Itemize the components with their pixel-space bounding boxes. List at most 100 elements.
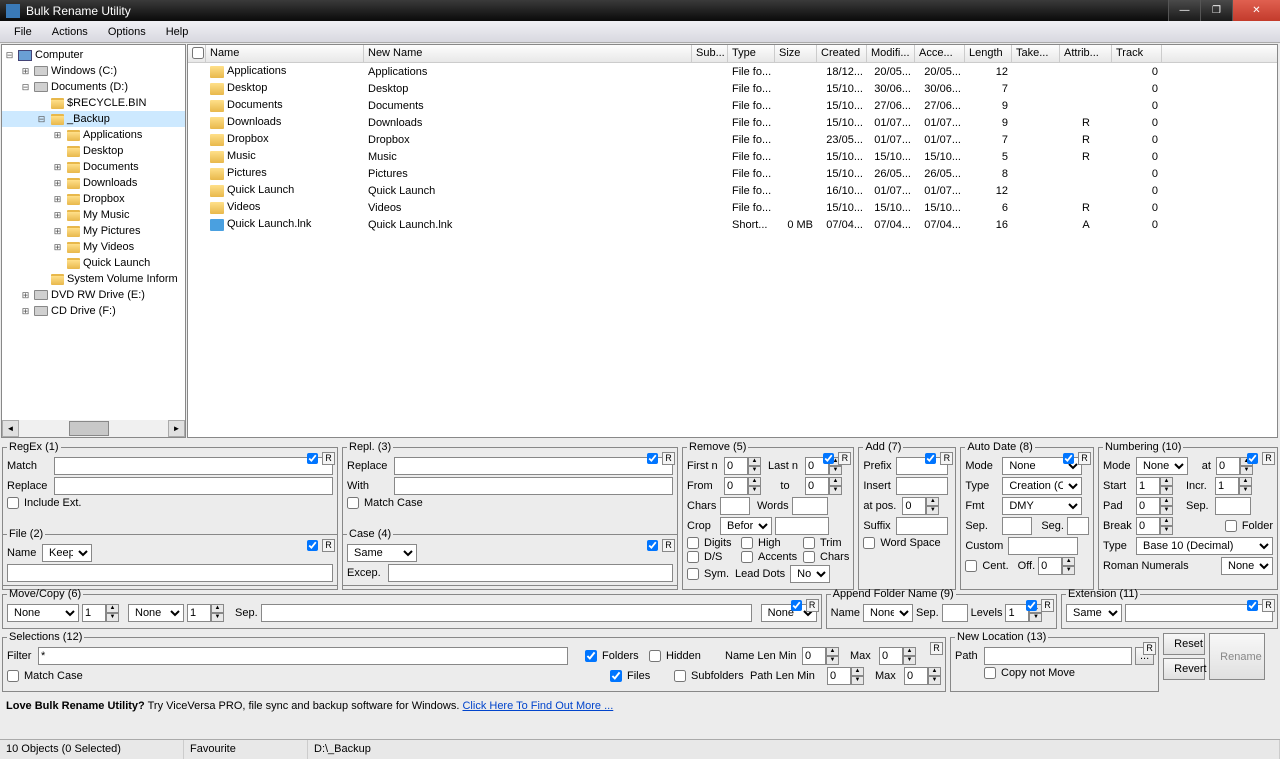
autodate-sep-input[interactable] bbox=[1002, 517, 1032, 535]
case-enable-checkbox[interactable] bbox=[647, 540, 658, 551]
ext-reset-button[interactable]: R bbox=[1262, 599, 1275, 612]
tree-item[interactable]: ⊞My Music bbox=[2, 207, 185, 223]
move-sep-input[interactable] bbox=[261, 604, 752, 622]
maximize-button[interactable]: ❐ bbox=[1200, 0, 1232, 21]
remove-crop-select[interactable]: Before bbox=[720, 517, 772, 535]
expand-icon[interactable]: ⊞ bbox=[52, 194, 63, 205]
column-header[interactable]: Name bbox=[206, 45, 364, 62]
numbering-folder-checkbox[interactable] bbox=[1225, 520, 1237, 532]
column-header[interactable]: Track bbox=[1112, 45, 1162, 62]
repl-reset-button[interactable]: R bbox=[662, 452, 675, 465]
remove-firstn-spinner[interactable]: ▲▼ bbox=[724, 457, 761, 475]
remove-accents-checkbox[interactable] bbox=[741, 551, 753, 563]
sel-nlm-spinner[interactable]: ▲▼ bbox=[802, 647, 839, 665]
expand-icon[interactable]: ⊟ bbox=[20, 82, 31, 93]
numbering-mode-select[interactable]: None bbox=[1136, 457, 1188, 475]
numbering-start-spinner[interactable]: ▲▼ bbox=[1136, 477, 1173, 495]
repl-replace-input[interactable] bbox=[394, 457, 673, 475]
remove-ds-checkbox[interactable] bbox=[687, 551, 699, 563]
scroll-thumb[interactable] bbox=[69, 421, 109, 436]
autodate-enable-checkbox[interactable] bbox=[1063, 453, 1074, 464]
tree-item[interactable]: Quick Launch bbox=[2, 255, 185, 271]
column-header[interactable]: Acce... bbox=[915, 45, 965, 62]
tree-item[interactable]: ⊞CD Drive (F:) bbox=[2, 303, 185, 319]
sel-folders-checkbox[interactable] bbox=[585, 650, 597, 662]
reset-button[interactable]: Reset bbox=[1163, 633, 1205, 655]
file-row[interactable]: DropboxDropboxFile fo...23/05...01/07...… bbox=[188, 131, 1277, 148]
tree-item[interactable]: ⊟Documents (D:) bbox=[2, 79, 185, 95]
tree-hscroll[interactable]: ◄ ► bbox=[2, 420, 185, 437]
remove-lead-select[interactable]: Non bbox=[790, 565, 830, 583]
add-insert-input[interactable] bbox=[896, 477, 948, 495]
file-row[interactable]: MusicMusicFile fo...15/10...15/10...15/1… bbox=[188, 148, 1277, 165]
numbering-pad-spinner[interactable]: ▲▼ bbox=[1136, 497, 1173, 515]
repl-enable-checkbox[interactable] bbox=[647, 453, 658, 464]
append-name-select[interactable]: None bbox=[863, 604, 913, 622]
numbering-roman-select[interactable]: None bbox=[1221, 557, 1273, 575]
menu-actions[interactable]: Actions bbox=[42, 23, 98, 41]
column-header[interactable]: Take... bbox=[1012, 45, 1060, 62]
column-header[interactable]: Length bbox=[965, 45, 1012, 62]
remove-from-spinner[interactable]: ▲▼ bbox=[724, 477, 761, 495]
sel-files-checkbox[interactable] bbox=[610, 670, 622, 682]
regex-reset-button[interactable]: R bbox=[322, 452, 335, 465]
numbering-incr-spinner[interactable]: ▲▼ bbox=[1215, 477, 1252, 495]
file-row[interactable]: Quick Launch.lnkQuick Launch.lnkShort...… bbox=[188, 216, 1277, 233]
tree-item[interactable]: ⊞Documents bbox=[2, 159, 185, 175]
numbering-sep-input[interactable] bbox=[1215, 497, 1251, 515]
add-ws-checkbox[interactable] bbox=[863, 537, 875, 549]
rename-button[interactable]: Rename bbox=[1209, 633, 1265, 680]
expand-icon[interactable]: ⊟ bbox=[4, 50, 15, 61]
newloc-path-input[interactable] bbox=[984, 647, 1132, 665]
case-select[interactable]: Same bbox=[347, 544, 417, 562]
append-enable-checkbox[interactable] bbox=[1026, 600, 1037, 611]
expand-icon[interactable]: ⊞ bbox=[20, 290, 31, 301]
tree-item[interactable]: ⊞Dropbox bbox=[2, 191, 185, 207]
revert-button[interactable]: Revert bbox=[1163, 658, 1205, 680]
append-reset-button[interactable]: R bbox=[1041, 599, 1054, 612]
remove-digits-checkbox[interactable] bbox=[687, 537, 699, 549]
regex-enable-checkbox[interactable] bbox=[307, 453, 318, 464]
move-spin-1[interactable]: ▲▼ bbox=[82, 604, 119, 622]
file-row[interactable]: ApplicationsApplicationsFile fo...18/12.… bbox=[188, 63, 1277, 80]
column-header[interactable]: Type bbox=[728, 45, 775, 62]
checkbox-column[interactable] bbox=[188, 45, 206, 62]
expand-icon[interactable]: ⊟ bbox=[36, 114, 47, 125]
add-atpos-spinner[interactable]: ▲▼ bbox=[902, 497, 939, 515]
tree-item[interactable]: ⊟_Backup bbox=[2, 111, 185, 127]
file-row[interactable]: VideosVideosFile fo...15/10...15/10...15… bbox=[188, 199, 1277, 216]
newloc-cnm-checkbox[interactable] bbox=[984, 667, 996, 679]
file-name-select[interactable]: Keep bbox=[42, 544, 92, 562]
newloc-reset-button[interactable]: R bbox=[1143, 642, 1156, 655]
remove-to-spinner[interactable]: ▲▼ bbox=[805, 477, 842, 495]
remove-high-checkbox[interactable] bbox=[741, 537, 753, 549]
sel-nlmax-spinner[interactable]: ▲▼ bbox=[879, 647, 916, 665]
menu-options[interactable]: Options bbox=[98, 23, 156, 41]
expand-icon[interactable]: ⊞ bbox=[52, 242, 63, 253]
remove-charsb-checkbox[interactable] bbox=[803, 551, 815, 563]
numbering-enable-checkbox[interactable] bbox=[1247, 453, 1258, 464]
file-reset-button[interactable]: R bbox=[322, 539, 335, 552]
ext-enable-checkbox[interactable] bbox=[1247, 600, 1258, 611]
remove-trim-checkbox[interactable] bbox=[803, 537, 815, 549]
add-enable-checkbox[interactable] bbox=[925, 453, 936, 464]
numbering-reset-button[interactable]: R bbox=[1262, 452, 1275, 465]
autodate-off-spinner[interactable]: ▲▼ bbox=[1038, 557, 1075, 575]
tree-item[interactable]: System Volume Inform bbox=[2, 271, 185, 287]
autodate-fmt-select[interactable]: DMY bbox=[1002, 497, 1082, 515]
regex-replace-input[interactable] bbox=[54, 477, 333, 495]
ext-select[interactable]: Same bbox=[1066, 604, 1122, 622]
remove-sym-checkbox[interactable] bbox=[687, 568, 699, 580]
autodate-custom-input[interactable] bbox=[1008, 537, 1078, 555]
regex-match-input[interactable] bbox=[54, 457, 333, 475]
remove-crop-input[interactable] bbox=[775, 517, 829, 535]
case-excep-input[interactable] bbox=[388, 564, 673, 582]
minimize-button[interactable]: — bbox=[1168, 0, 1200, 21]
expand-icon[interactable]: ⊞ bbox=[20, 306, 31, 317]
column-header[interactable]: Modifi... bbox=[867, 45, 915, 62]
sel-mc-checkbox[interactable] bbox=[7, 670, 19, 682]
file-enable-checkbox[interactable] bbox=[307, 540, 318, 551]
move-spin-2[interactable]: ▲▼ bbox=[187, 604, 224, 622]
remove-enable-checkbox[interactable] bbox=[823, 453, 834, 464]
select-all-checkbox[interactable] bbox=[192, 47, 204, 59]
